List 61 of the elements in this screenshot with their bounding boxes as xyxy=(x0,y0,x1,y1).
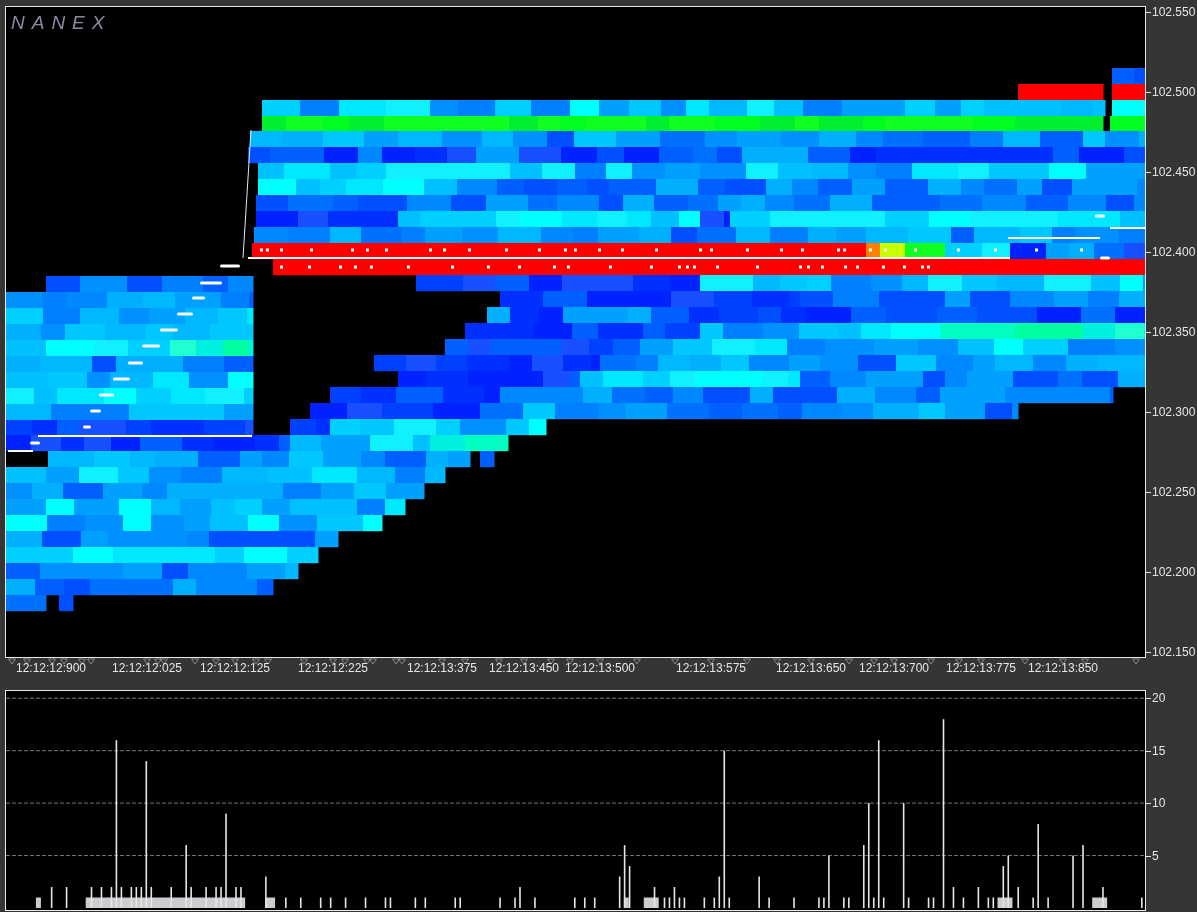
time-axis-label: 12:12:13:850 xyxy=(1027,661,1099,675)
volume-bar xyxy=(593,897,596,908)
time-axis-label: 12:12:13:450 xyxy=(488,661,560,675)
price-axis-label: 102.150 xyxy=(1152,645,1196,659)
volume-bar xyxy=(683,897,686,908)
volume-bar xyxy=(384,897,387,908)
volume-bar xyxy=(319,897,322,908)
volume-bar xyxy=(663,897,666,908)
volume-bar xyxy=(329,897,332,908)
volume-bar xyxy=(35,897,41,908)
price-axis-label: 102.500 xyxy=(1152,85,1196,99)
volume-bar xyxy=(932,897,935,908)
time-axis-label: 12:12:13:650 xyxy=(775,661,847,675)
volume-bar xyxy=(389,897,392,908)
time-axis-label: 12:12:12:900 xyxy=(15,661,87,675)
time-axis-label: 12:12:13:500 xyxy=(564,661,636,675)
volume-bar xyxy=(299,897,302,908)
volume-bar xyxy=(882,897,885,908)
volume-bar xyxy=(414,897,417,908)
volume-bar xyxy=(987,897,990,908)
volume-bar xyxy=(424,897,427,908)
volume-bar xyxy=(703,897,706,908)
volume-bar xyxy=(713,897,716,908)
volume-bar xyxy=(50,887,53,908)
volume-axis-label: 5 xyxy=(1152,848,1159,863)
volume-bar xyxy=(1017,887,1020,908)
volume-bar xyxy=(992,897,995,908)
price-axis-label: 102.550 xyxy=(1152,5,1196,19)
volume-bar xyxy=(952,887,955,908)
price-axis-label: 102.350 xyxy=(1152,325,1196,339)
logo-text: NANEX xyxy=(11,12,112,34)
volume-bar xyxy=(872,897,875,908)
volume-bar xyxy=(673,887,676,908)
volume-bar xyxy=(907,897,910,908)
price-axis-label: 102.450 xyxy=(1152,165,1196,179)
volume-bar xyxy=(718,876,721,908)
volume-bar xyxy=(728,897,731,908)
volume-axis-label: 15 xyxy=(1152,743,1166,758)
volume-bar xyxy=(364,897,367,908)
volume-axis-label: 10 xyxy=(1152,796,1166,811)
time-axis-label: 12:12:13:700 xyxy=(858,661,930,675)
time-axis-label: 12:12:12:225 xyxy=(297,661,369,675)
volume-bar xyxy=(927,897,930,908)
price-axis-label: 102.300 xyxy=(1152,405,1196,419)
price-axis-label: 102.400 xyxy=(1152,245,1196,259)
time-axis-label: 12:12:13:775 xyxy=(945,661,1017,675)
volume-bar xyxy=(977,887,980,908)
price-axis-label: 102.200 xyxy=(1152,565,1196,579)
price-axis-label: 102.250 xyxy=(1152,485,1196,499)
volume-bar xyxy=(618,876,621,908)
volume-bar xyxy=(65,887,68,908)
volume-bar xyxy=(678,897,681,908)
time-axis-label: 12:12:12:025 xyxy=(111,661,183,675)
time-axis-label: 12:12:12:125 xyxy=(199,661,271,675)
volume-bar xyxy=(668,897,671,908)
volume-bar xyxy=(583,897,586,908)
volume-axis-label: 20 xyxy=(1152,691,1166,706)
time-axis-label: 12:12:13:375 xyxy=(406,661,478,675)
time-axis-label: 12:12:13:575 xyxy=(675,661,747,675)
volume-bar xyxy=(962,897,965,908)
volume-bar xyxy=(344,897,347,908)
